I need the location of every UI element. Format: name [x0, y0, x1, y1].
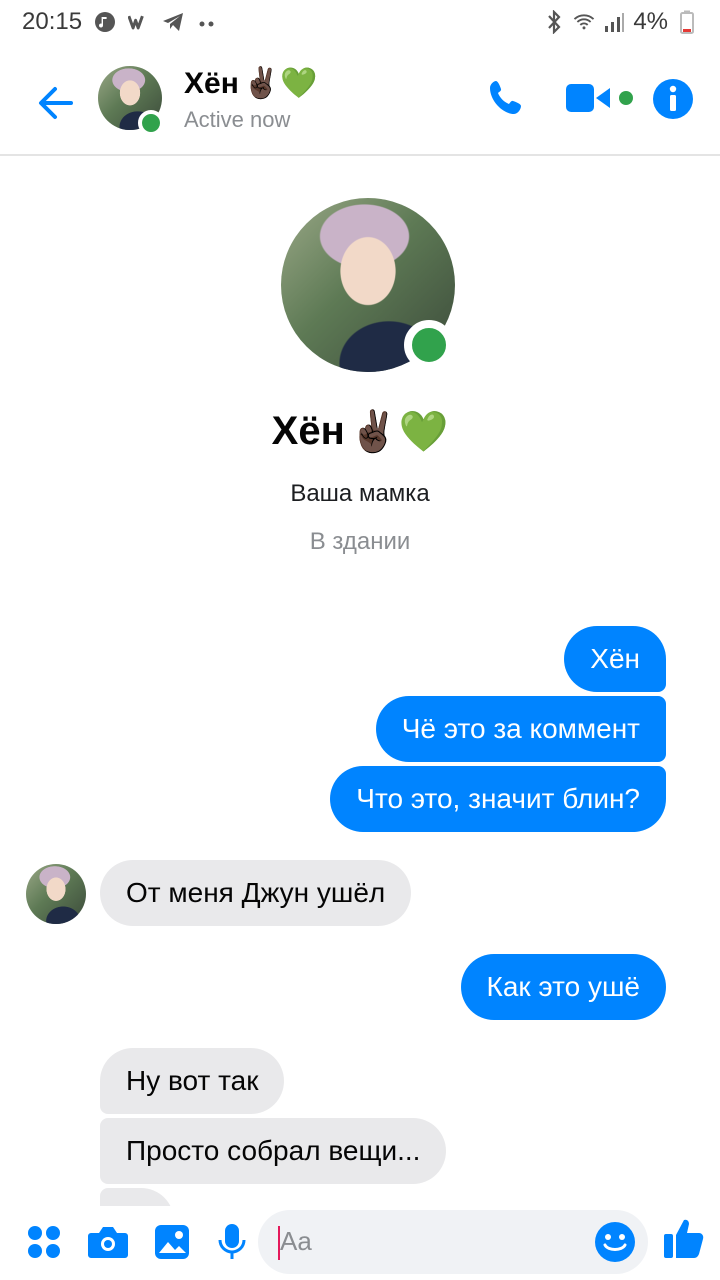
- online-indicator: [138, 110, 164, 136]
- music-icon: [94, 11, 116, 33]
- conversation-header: Хён ✌🏿💚 Active now: [0, 44, 720, 156]
- battery-icon: [676, 10, 698, 34]
- voice-call-button[interactable]: [482, 74, 530, 122]
- thumbs-up-icon: [664, 1219, 704, 1258]
- contact-name-emoji: ✌🏿💚: [242, 67, 318, 100]
- telegram-icon: [162, 11, 184, 33]
- message-placeholder: Aa: [280, 1226, 312, 1256]
- gallery-button[interactable]: [150, 1220, 194, 1264]
- like-button[interactable]: [662, 1216, 706, 1260]
- camera-button[interactable]: [86, 1220, 130, 1264]
- message-composer: Aa: [0, 1206, 720, 1280]
- contact-name[interactable]: Хён ✌🏿💚: [184, 66, 318, 101]
- video-call-button[interactable]: [564, 74, 636, 122]
- back-arrow-icon: [39, 87, 73, 119]
- active-status: Active now: [184, 107, 291, 132]
- signal-icon: [603, 11, 625, 33]
- status-time: 20:15: [22, 8, 83, 35]
- phone-icon: [490, 81, 521, 114]
- profile-subtitle: Ваша мамка: [290, 480, 430, 507]
- message-incoming[interactable]: Просто собрал вещи...: [100, 1118, 447, 1184]
- back-button[interactable]: [30, 78, 80, 128]
- message-outgoing[interactable]: Чё это за коммент: [375, 696, 666, 762]
- profile-name-emoji: ✌🏿💚: [348, 410, 449, 454]
- info-icon: [653, 79, 693, 119]
- apps-button[interactable]: [22, 1220, 66, 1264]
- profile-name: Хён ✌🏿💚: [0, 408, 720, 455]
- four-dots-icon: [28, 1226, 60, 1258]
- smiley-icon: [595, 1222, 635, 1262]
- wifi-icon: [573, 11, 595, 33]
- message-outgoing[interactable]: Что это, значит блин?: [330, 766, 666, 832]
- contact-name-text: Хён: [184, 66, 239, 100]
- w-icon: [128, 11, 150, 33]
- bluetooth-icon: [543, 10, 565, 34]
- video-camera-icon: [566, 84, 633, 112]
- message-incoming[interactable]: Ну вот так: [100, 1048, 285, 1114]
- voice-message-button[interactable]: [210, 1220, 254, 1264]
- message-incoming[interactable]: От меня Джун ушёл: [100, 860, 412, 926]
- profile-online-indicator: [404, 320, 454, 370]
- image-icon: [155, 1225, 189, 1259]
- emoji-button[interactable]: [594, 1221, 636, 1263]
- profile-name-text: Хён: [271, 409, 345, 453]
- battery-percent: 4%: [633, 8, 668, 35]
- status-bar: 20:15 4%: [0, 0, 720, 44]
- sender-avatar[interactable]: [26, 864, 86, 924]
- microphone-icon: [218, 1224, 246, 1259]
- profile-location: В здании: [309, 528, 411, 555]
- message-outgoing[interactable]: Как это ушё: [460, 954, 666, 1020]
- message-input[interactable]: Aa: [258, 1210, 648, 1274]
- more-dots-icon: [196, 11, 218, 33]
- message-outgoing[interactable]: Хён: [564, 626, 666, 692]
- camera-icon: [88, 1227, 128, 1258]
- info-button[interactable]: [652, 78, 694, 120]
